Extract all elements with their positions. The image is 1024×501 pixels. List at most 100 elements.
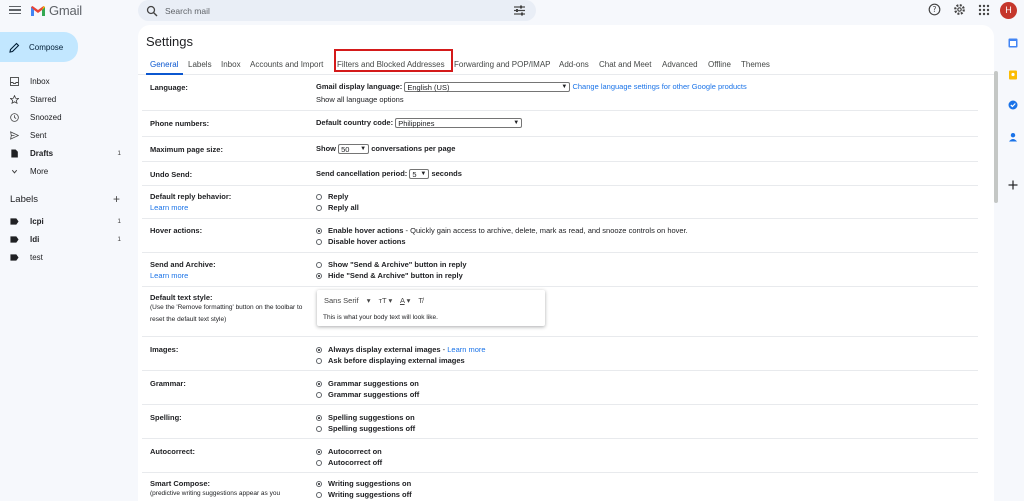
tab-general[interactable]: General [150, 60, 178, 69]
tab-advanced[interactable]: Advanced [662, 60, 698, 69]
disable-hover-label: Disable hover actions [328, 237, 406, 246]
font-size-icon[interactable]: тT ▾ [379, 296, 393, 305]
compose-button[interactable]: Compose [0, 32, 78, 62]
gear-icon[interactable] [953, 3, 966, 16]
sidebar-item-inbox[interactable]: Inbox [0, 72, 130, 90]
radio-button[interactable] [316, 204, 322, 211]
search-icon[interactable] [146, 5, 158, 17]
chevron-down-icon [11, 169, 18, 174]
tab-themes[interactable]: Themes [741, 60, 770, 69]
radio-button[interactable] [316, 491, 322, 498]
side-panel [1000, 28, 1024, 501]
add-app-icon[interactable] [1008, 180, 1018, 190]
setting-label: Default reply behavior: [150, 192, 232, 201]
contacts-icon[interactable] [1008, 132, 1018, 142]
label-item-test[interactable]: test [0, 248, 130, 266]
cancellation-period-select[interactable]: 5 ▼ [409, 169, 430, 180]
grammar-on-option[interactable]: Grammar suggestions on [316, 379, 419, 388]
autocorrect-on-option[interactable]: Autocorrect on [316, 447, 382, 456]
setting-label: Smart Compose: [150, 479, 211, 488]
chevron-down-icon: ▼ [513, 120, 520, 127]
tab-add-ons[interactable]: Add-ons [559, 60, 589, 69]
labels-title: Labels [10, 194, 38, 205]
show-send-archive-option[interactable]: Show "Send & Archive" button in reply [316, 260, 467, 269]
text-color-icon[interactable]: A ▾ [400, 296, 410, 305]
spelling-on-option[interactable]: Spelling suggestions on [316, 413, 415, 422]
radio-button[interactable] [316, 193, 322, 200]
search-bar[interactable] [138, 0, 536, 21]
cancellation-period-label: Send cancellation period: [316, 169, 408, 178]
sidebar-item-drafts[interactable]: Drafts 1 [0, 144, 130, 162]
always-display-images-option[interactable]: Always display external images - Learn m… [316, 345, 486, 354]
search-input[interactable] [165, 5, 495, 16]
label-item-lcpi[interactable]: lcpi 1 [0, 212, 130, 230]
page-size-select[interactable]: 50 ▼ [338, 144, 370, 155]
sidebar-item-label: Inbox [30, 76, 50, 86]
radio-button-selected[interactable] [316, 448, 322, 455]
radio-button[interactable] [316, 261, 322, 268]
radio-button[interactable] [316, 238, 322, 245]
tab-chat-and-meet[interactable]: Chat and Meet [599, 60, 651, 69]
tab-forwarding-and-pop-imap[interactable]: Forwarding and POP/IMAP [454, 60, 550, 69]
app-name: Gmail [49, 3, 82, 18]
reply-all-option[interactable]: Reply all [316, 203, 359, 212]
hide-send-archive-option[interactable]: Hide "Send & Archive" button in reply [316, 271, 463, 280]
sidebar-item-snoozed[interactable]: Snoozed [0, 108, 130, 126]
ask-before-images-option[interactable]: Ask before displaying external images [316, 356, 465, 365]
writing-suggestions-on-option[interactable]: Writing suggestions on [316, 479, 411, 488]
autocorrect-off-option[interactable]: Autocorrect off [316, 458, 382, 467]
search-options-icon[interactable] [513, 4, 526, 17]
tab-labels[interactable]: Labels [188, 60, 212, 69]
radio-button-selected[interactable] [316, 414, 322, 421]
radio-button-selected[interactable] [316, 227, 322, 234]
gmail-logo[interactable]: Gmail [30, 3, 82, 18]
country-code-select[interactable]: Philippines ▼ [395, 118, 523, 129]
radio-button-selected[interactable] [316, 272, 322, 279]
setting-label: Undo Send: [150, 170, 193, 179]
reply-option[interactable]: Reply [316, 192, 348, 201]
learn-more-link[interactable]: Learn more [150, 203, 188, 212]
disable-hover-option[interactable]: Disable hover actions [316, 237, 406, 246]
learn-more-link[interactable]: Learn more [150, 271, 188, 280]
settings-scrollbar[interactable] [994, 71, 998, 203]
grammar-off-option[interactable]: Grammar suggestions off [316, 390, 419, 399]
show-all-languages-link[interactable]: Show all language options [316, 95, 404, 104]
radio-button-selected[interactable] [316, 346, 322, 353]
label-item-ldi[interactable]: ldi 1 [0, 230, 130, 248]
radio-button[interactable] [316, 391, 322, 398]
language-control: Gmail display language: English (US) ▼ Ch… [316, 82, 747, 93]
remove-formatting-icon[interactable]: T̸ [418, 296, 423, 305]
radio-button[interactable] [316, 459, 322, 466]
writing-suggestions-off-option[interactable]: Writing suggestions off [316, 490, 412, 499]
language-select[interactable]: English (US) ▼ [404, 82, 571, 93]
setting-label: Images: [150, 345, 179, 354]
keep-icon[interactable] [1008, 70, 1018, 80]
spelling-off-option[interactable]: Spelling suggestions off [316, 424, 415, 433]
font-select[interactable]: Sans Serif ▾ [324, 296, 370, 305]
tasks-icon[interactable] [1008, 100, 1018, 110]
help-icon[interactable]: ? [928, 3, 941, 16]
tab-accounts-and-import[interactable]: Accounts and Import [250, 60, 323, 69]
change-language-link[interactable]: Change language settings for other Googl… [572, 82, 746, 91]
sidebar-item-more[interactable]: More [0, 162, 130, 180]
page-size-prefix: Show [316, 144, 336, 153]
tab-highlight-box [334, 49, 453, 72]
calendar-icon[interactable] [1008, 38, 1018, 48]
radio-button[interactable] [316, 425, 322, 432]
account-avatar[interactable]: H [1000, 2, 1017, 19]
radio-button-selected[interactable] [316, 380, 322, 387]
tab-inbox[interactable]: Inbox [221, 60, 241, 69]
sidebar-item-starred[interactable]: Starred [0, 90, 130, 108]
settings-tabs: General Labels Inbox Accounts and Import… [138, 55, 994, 75]
learn-more-link[interactable]: Learn more [447, 345, 485, 354]
radio-button[interactable] [316, 357, 322, 364]
tab-offline[interactable]: Offline [708, 60, 731, 69]
enable-hover-label: Enable hover actions [328, 226, 404, 235]
sidebar-item-sent[interactable]: Sent [0, 126, 130, 144]
setting-row-images: Images: Always display external images -… [142, 337, 978, 371]
add-label-icon[interactable]: + [113, 192, 120, 206]
enable-hover-option[interactable]: Enable hover actions - Quickly gain acce… [316, 226, 688, 235]
radio-button-selected[interactable] [316, 480, 322, 487]
main-menu-icon[interactable] [9, 4, 21, 16]
apps-grid-icon[interactable] [978, 4, 990, 16]
